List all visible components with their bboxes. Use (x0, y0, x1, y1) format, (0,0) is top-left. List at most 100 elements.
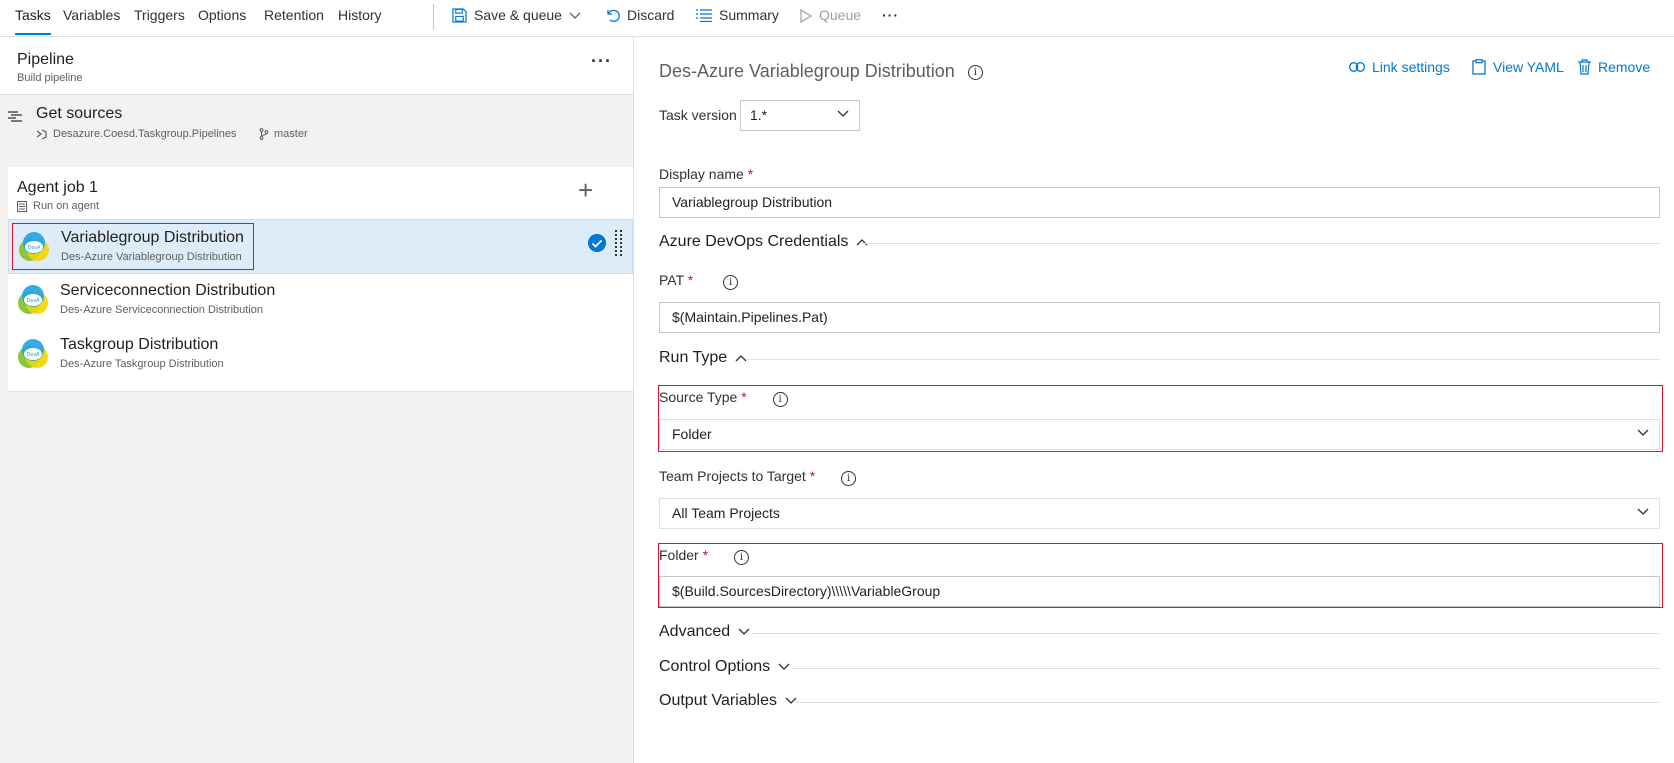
branch-icon (259, 128, 269, 140)
control-options-section-toggle[interactable]: Control Options (659, 658, 790, 676)
svg-text:DesA: DesA (27, 352, 41, 358)
svg-text:DesA: DesA (27, 298, 41, 304)
display-name-label-text: Display name (659, 166, 744, 182)
info-icon[interactable]: i (733, 550, 749, 565)
required-mark: * (809, 468, 816, 484)
task-version-value: 1.* (750, 107, 768, 123)
chevron-down-icon (785, 697, 797, 704)
task-logo-icon: DesA (18, 285, 48, 314)
required-mark: * (702, 547, 709, 563)
link-settings-label: Link settings (1372, 59, 1450, 75)
folder-input[interactable]: $(Build.SourcesDirectory)\\\\\VariableGr… (659, 576, 1660, 607)
pipeline-panel: Pipeline Build pipeline ··· Get sources … (0, 37, 634, 763)
sources-icon (8, 111, 22, 122)
tab-options[interactable]: Options (198, 0, 246, 37)
agent-job-subtitle: Run on agent (33, 200, 100, 212)
get-sources-item[interactable]: Get sources Desazure.Coesd.Taskgroup.Pip… (0, 95, 633, 167)
chevron-down-icon (837, 110, 849, 117)
chevron-down-icon (738, 628, 750, 635)
pat-label: PAT * i (659, 272, 739, 290)
summary-label: Summary (719, 7, 779, 23)
server-icon (17, 201, 27, 212)
chevron-up-icon (856, 239, 868, 246)
pat-label-text: PAT (659, 272, 684, 288)
tab-tasks[interactable]: Tasks (15, 0, 51, 37)
tab-variables[interactable]: Variables (63, 0, 120, 37)
advanced-section-toggle[interactable]: Advanced (659, 623, 750, 641)
drag-handle-icon[interactable] (615, 230, 623, 260)
task-item-taskgroup[interactable]: DesA Taskgroup Distribution Des-Azure Ta… (8, 327, 633, 382)
task-subtitle: Des-Azure Serviceconnection Distribution (60, 304, 263, 316)
task-detail-panel: Des-Azure Variablegroup Distribution i L… (634, 37, 1674, 763)
folder-label: Folder * i (659, 547, 749, 565)
task-item-variablegroup[interactable]: DesA Variablegroup Distribution Des-Azur… (8, 219, 633, 274)
toolbar-separator (433, 4, 434, 30)
view-yaml-button[interactable]: View YAML (1472, 59, 1564, 75)
run-type-section-label: Run Type (659, 349, 728, 366)
agent-job-title: Agent job 1 (17, 179, 98, 196)
run-type-section-toggle[interactable]: Run Type (659, 349, 747, 367)
queue-button[interactable]: Queue (800, 0, 861, 31)
clipboard-icon (1472, 59, 1486, 75)
team-projects-value: All Team Projects (672, 505, 780, 521)
credentials-section-toggle[interactable]: Azure DevOps Credentials (659, 233, 868, 251)
task-title: Variablegroup Distribution (61, 229, 244, 246)
svg-text:DesA: DesA (28, 245, 42, 251)
remove-label: Remove (1598, 59, 1651, 75)
remove-button[interactable]: Remove (1578, 59, 1650, 75)
tab-retention[interactable]: Retention (264, 0, 324, 37)
chevron-down-icon (569, 12, 581, 19)
source-type-label: Source Type * i (659, 389, 788, 407)
section-divider (746, 359, 1660, 360)
chevron-down-icon (1637, 508, 1649, 515)
display-name-input[interactable]: Variablegroup Distribution (659, 187, 1660, 218)
chevron-down-icon (778, 663, 790, 670)
pat-input[interactable]: $(Maintain.Pipelines.Pat) (659, 302, 1660, 333)
info-icon[interactable]: i (723, 275, 739, 290)
task-version-label: Task version (659, 107, 737, 123)
discard-button[interactable]: Discard (606, 0, 674, 31)
pipeline-more-button[interactable]: ··· (591, 51, 612, 72)
link-settings-button[interactable]: Link settings (1349, 59, 1450, 75)
section-divider (862, 243, 1660, 244)
summary-button[interactable]: Summary (696, 0, 779, 31)
tab-triggers[interactable]: Triggers (134, 0, 185, 37)
source-type-label-text: Source Type (659, 389, 738, 405)
credentials-section-label: Azure DevOps Credentials (659, 233, 849, 250)
info-icon[interactable]: i (772, 392, 788, 407)
save-queue-button[interactable]: Save & queue (452, 0, 581, 31)
more-actions-button[interactable]: ··· (882, 0, 899, 31)
source-type-select[interactable]: Folder (659, 419, 1660, 450)
display-name-label: Display name * (659, 166, 753, 182)
info-icon[interactable]: i (967, 65, 983, 80)
team-projects-select[interactable]: All Team Projects (659, 498, 1660, 529)
top-toolbar: Tasks Variables Triggers Options Retenti… (0, 0, 1674, 37)
pipeline-header[interactable]: Pipeline Build pipeline ··· (0, 37, 633, 95)
output-variables-section-toggle[interactable]: Output Variables (659, 692, 797, 710)
task-title: Serviceconnection Distribution (60, 282, 276, 299)
pipeline-subtitle: Build pipeline (17, 72, 83, 84)
task-detail-title-text: Des-Azure Variablegroup Distribution (659, 61, 955, 81)
agent-job-header[interactable]: Agent job 1 Run on agent + (8, 167, 633, 220)
tab-history[interactable]: History (338, 0, 382, 37)
save-queue-label: Save & queue (474, 7, 562, 23)
task-detail-title: Des-Azure Variablegroup Distribution i (659, 61, 983, 82)
link-icon (1349, 62, 1365, 72)
section-divider (796, 702, 1660, 703)
add-task-button[interactable]: + (578, 177, 593, 203)
get-sources-title: Get sources (36, 105, 123, 122)
control-options-section-label: Control Options (659, 658, 771, 675)
info-icon[interactable]: i (841, 471, 857, 486)
task-item-serviceconnection[interactable]: DesA Serviceconnection Distribution Des-… (8, 273, 633, 328)
discard-label: Discard (627, 7, 675, 23)
repo-icon (36, 129, 47, 140)
chevron-up-icon (735, 355, 747, 362)
undo-icon (607, 9, 620, 23)
trash-icon (1578, 59, 1591, 75)
list-icon (696, 9, 712, 22)
team-projects-label-text: Team Projects to Target (659, 468, 806, 484)
chevron-down-icon (1637, 429, 1649, 436)
task-version-select[interactable]: 1.* (740, 100, 860, 131)
section-divider (792, 668, 1660, 669)
task-logo-icon: DesA (18, 339, 48, 368)
